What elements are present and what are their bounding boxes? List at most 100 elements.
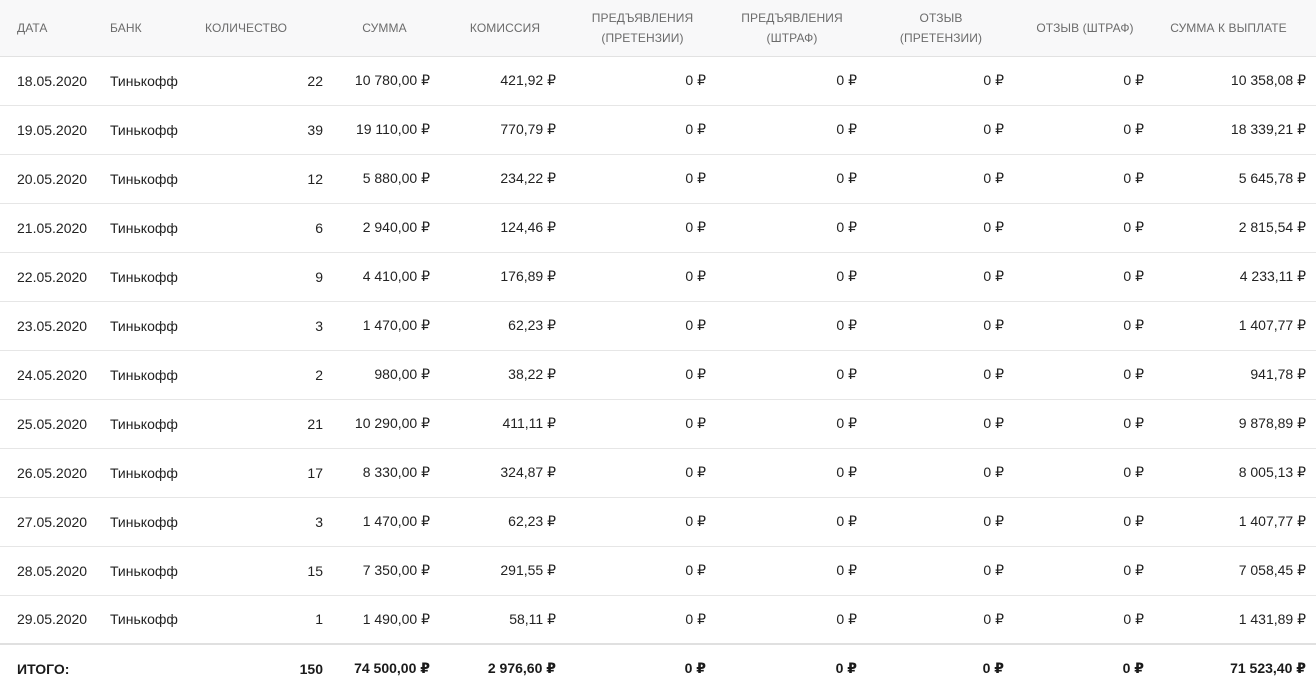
cell-sum: 2 940,00 ₽ xyxy=(362,219,430,235)
table-row[interactable]: 23.05.2020 Тинькофф 3 1 470,00 ₽ 62,23 ₽ 0 ₽ 0… xyxy=(0,301,1316,350)
cell-bank: Тинькофф xyxy=(110,219,178,236)
table-row[interactable]: 25.05.2020 Тинькофф 21 10 290,00 ₽ 411,11 ₽ 0… xyxy=(0,399,1316,448)
cell-quantity: 9 xyxy=(315,268,323,285)
cell-commission: 38,22 ₽ xyxy=(508,366,556,382)
cell-date: 22.05.2020 xyxy=(17,268,88,285)
cell-quantity: 12 xyxy=(307,170,323,187)
cell-presentments-penalty: 0 ₽ xyxy=(836,72,857,88)
cell-bank: Тинькофф xyxy=(110,562,178,579)
table-row[interactable]: 28.05.2020 Тинькофф 15 7 350,00 ₽ 291,55 ₽ 0 … xyxy=(0,546,1316,595)
cell-recall-claims: 0 ₽ xyxy=(983,268,1004,284)
cell-presentments-penalty: 0 ₽ xyxy=(836,121,857,137)
cell-bank: Тинькофф xyxy=(110,415,178,432)
cell-recall-penalty: 0 ₽ xyxy=(1123,317,1144,333)
cell-presentments-penalty: 0 ₽ xyxy=(836,366,857,382)
cell-presentments-claims: 0 ₽ xyxy=(685,562,706,578)
cell-presentments-claims: 0 ₽ xyxy=(685,464,706,480)
column-header-payout[interactable]: СУММА К ВЫПЛАТЕ xyxy=(1155,0,1316,56)
cell-sum: 10 290,00 ₽ xyxy=(354,415,430,431)
table-row[interactable]: 22.05.2020 Тинькофф 9 4 410,00 ₽ 176,89 ₽ 0 ₽… xyxy=(0,252,1316,301)
cell-commission: 62,23 ₽ xyxy=(508,513,556,529)
cell-bank: Тинькофф xyxy=(110,170,178,187)
table-row[interactable]: 29.05.2020 Тинькофф 1 1 490,00 ₽ 58,11 ₽ 0 ₽ 0… xyxy=(0,595,1316,644)
cell-presentments-penalty: 0 ₽ xyxy=(836,464,857,480)
cell-bank: Тинькофф xyxy=(110,121,178,138)
cell-payout: 941,78 ₽ xyxy=(1250,366,1306,382)
cell-quantity: 17 xyxy=(307,464,323,481)
totals-row: ИТОГО: 150 74 500,00 ₽ 2 976,60 ₽ 0 ₽ 0 … xyxy=(0,644,1316,692)
cell-presentments-penalty: 0 ₽ xyxy=(836,170,857,186)
table-row[interactable]: 20.05.2020 Тинькофф 12 5 880,00 ₽ 234,22 ₽ 0 … xyxy=(0,154,1316,203)
cell-recall-claims: 0 ₽ xyxy=(983,562,1004,578)
table-row[interactable]: 18.05.2020 Тинькофф 22 10 780,00 ₽ 421,92 ₽ 0… xyxy=(0,56,1316,105)
cell-recall-penalty: 0 ₽ xyxy=(1123,464,1144,480)
cell-presentments-claims: 0 ₽ xyxy=(685,415,706,431)
totals-label: ИТОГО: xyxy=(17,660,70,677)
cell-date: 27.05.2020 xyxy=(17,513,88,530)
cell-quantity: 2 xyxy=(315,366,323,383)
column-header-commission[interactable]: КОМИССИЯ xyxy=(442,0,568,56)
totals-commission: 2 976,60 ₽ xyxy=(487,660,556,676)
cell-presentments-penalty: 0 ₽ xyxy=(836,317,857,333)
table-footer: ИТОГО: 150 74 500,00 ₽ 2 976,60 ₽ 0 ₽ 0 … xyxy=(0,644,1316,692)
cell-sum: 1 490,00 ₽ xyxy=(362,610,430,627)
cell-recall-penalty: 0 ₽ xyxy=(1123,72,1144,88)
table-row[interactable]: 21.05.2020 Тинькофф 6 2 940,00 ₽ 124,46 ₽ 0 ₽… xyxy=(0,203,1316,252)
cell-commission: 291,55 ₽ xyxy=(500,562,556,578)
cell-recall-penalty: 0 ₽ xyxy=(1123,268,1144,284)
cell-presentments-claims: 0 ₽ xyxy=(685,170,706,186)
cell-recall-claims: 0 ₽ xyxy=(983,415,1004,431)
cell-commission: 770,79 ₽ xyxy=(500,121,556,137)
table-row[interactable]: 19.05.2020 Тинькофф 39 19 110,00 ₽ 770,79 ₽ 0… xyxy=(0,105,1316,154)
totals-presentments-claims: 0 ₽ xyxy=(684,660,706,676)
cell-recall-claims: 0 ₽ xyxy=(983,464,1004,480)
table-header: ДАТА БАНК КОЛИЧЕСТВО СУММА КОМИССИЯ ПРЕД… xyxy=(0,0,1316,56)
cell-date: 28.05.2020 xyxy=(17,562,88,579)
cell-bank: Тинькофф xyxy=(110,317,178,334)
cell-presentments-penalty: 0 ₽ xyxy=(836,268,857,284)
table-row[interactable]: 27.05.2020 Тинькофф 3 1 470,00 ₽ 62,23 ₽ 0 ₽ 0… xyxy=(0,497,1316,546)
column-header-sum[interactable]: СУММА xyxy=(327,0,442,56)
cell-payout: 4 233,11 ₽ xyxy=(1239,268,1306,284)
cell-presentments-claims: 0 ₽ xyxy=(685,610,706,627)
cell-payout: 8 005,13 ₽ xyxy=(1238,464,1306,480)
cell-sum: 10 780,00 ₽ xyxy=(354,72,430,88)
cell-sum: 7 350,00 ₽ xyxy=(362,562,430,578)
cell-recall-penalty: 0 ₽ xyxy=(1123,610,1144,627)
column-header-quantity[interactable]: КОЛИЧЕСТВО xyxy=(205,0,327,56)
column-header-presentments-claims[interactable]: ПРЕДЪЯВЛЕНИЯ (ПРЕТЕНЗИИ) xyxy=(568,0,717,56)
column-header-presentments-penalty[interactable]: ПРЕДЪЯВЛЕНИЯ (ШТРАФ) xyxy=(717,0,867,56)
cell-date: 18.05.2020 xyxy=(17,72,88,89)
cell-commission: 234,22 ₽ xyxy=(500,170,556,186)
cell-recall-claims: 0 ₽ xyxy=(983,317,1004,333)
cell-sum: 1 470,00 ₽ xyxy=(362,317,430,333)
cell-bank: Тинькофф xyxy=(110,72,178,89)
cell-sum: 8 330,00 ₽ xyxy=(362,464,430,480)
cell-recall-penalty: 0 ₽ xyxy=(1123,562,1144,578)
cell-sum: 980,00 ₽ xyxy=(374,366,430,382)
cell-recall-penalty: 0 ₽ xyxy=(1123,219,1144,235)
cell-presentments-claims: 0 ₽ xyxy=(685,121,706,137)
column-header-recall-claims[interactable]: ОТЗЫВ (ПРЕТЕНЗИИ) xyxy=(867,0,1015,56)
cell-presentments-claims: 0 ₽ xyxy=(685,317,706,333)
cell-presentments-claims: 0 ₽ xyxy=(685,366,706,382)
totals-payout: 71 523,40 ₽ xyxy=(1230,660,1306,676)
column-header-bank[interactable]: БАНК xyxy=(110,0,205,56)
cell-sum: 19 110,00 ₽ xyxy=(355,121,430,137)
column-header-date[interactable]: ДАТА xyxy=(0,0,110,56)
cell-date: 26.05.2020 xyxy=(17,464,88,481)
cell-bank: Тинькофф xyxy=(110,513,178,530)
cell-recall-penalty: 0 ₽ xyxy=(1123,170,1144,186)
cell-recall-claims: 0 ₽ xyxy=(983,219,1004,235)
cell-quantity: 21 xyxy=(307,415,323,432)
table-row[interactable]: 24.05.2020 Тинькофф 2 980,00 ₽ 38,22 ₽ 0 ₽ 0 ₽… xyxy=(0,350,1316,399)
header-line: ПРЕДЪЯВЛЕНИЯ xyxy=(741,10,843,25)
cell-presentments-claims: 0 ₽ xyxy=(685,72,706,88)
column-header-recall-penalty[interactable]: ОТЗЫВ (ШТРАФ) xyxy=(1015,0,1155,56)
cell-recall-penalty: 0 ₽ xyxy=(1123,121,1144,137)
header-line: (ПРЕТЕНЗИИ) xyxy=(601,30,684,45)
header-line: (ШТРАФ) xyxy=(766,30,818,45)
cell-sum: 5 880,00 ₽ xyxy=(362,170,430,186)
cell-bank: Тинькофф xyxy=(110,611,178,628)
table-row[interactable]: 26.05.2020 Тинькофф 17 8 330,00 ₽ 324,87 ₽ 0 … xyxy=(0,448,1316,497)
